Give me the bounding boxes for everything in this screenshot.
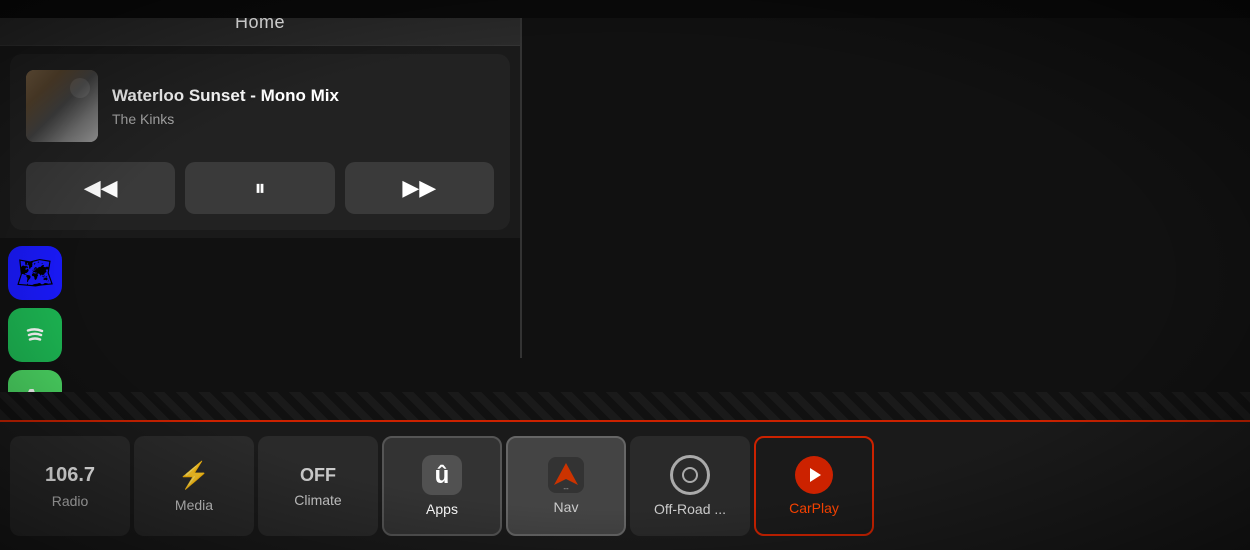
- album-art: [26, 70, 98, 142]
- pause-button[interactable]: ⏸: [185, 162, 334, 214]
- forward-icon: ▶▶: [402, 175, 436, 201]
- carplay-button[interactable]: CarPlay: [754, 436, 874, 536]
- apps-icon-wrapper: û: [422, 455, 462, 495]
- svg-text:--: --: [563, 484, 569, 493]
- spotify-icon: [18, 318, 52, 352]
- song-title: Waterloo Sunset - Mono Mix: [112, 85, 494, 107]
- carplay-play-icon: [802, 463, 826, 487]
- panel-separator: [520, 18, 522, 358]
- radio-label: Radio: [52, 493, 89, 509]
- rewind-button[interactable]: ◀◀: [26, 162, 175, 214]
- bottom-toolbar: 106.7 Radio ⚡ Media OFF Climate û Apps: [0, 420, 1250, 550]
- svg-text:û: û: [435, 462, 450, 489]
- rewind-icon: ◀◀: [84, 175, 118, 201]
- artist-name: The Kinks: [112, 111, 494, 127]
- media-button[interactable]: ⚡ Media: [134, 436, 254, 536]
- apps-button[interactable]: û Apps: [382, 436, 502, 536]
- usb-icon: ⚡: [178, 460, 210, 491]
- apps-label: Apps: [426, 501, 458, 517]
- nav-button[interactable]: -- Nav: [506, 436, 626, 536]
- radio-button[interactable]: 106.7 Radio: [10, 436, 130, 536]
- waze-app-icon[interactable]: 🗺: [8, 246, 62, 300]
- nav-label: Nav: [554, 499, 579, 515]
- pause-icon: ⏸: [254, 175, 265, 201]
- pattern-divider: [0, 392, 1250, 420]
- media-label: Media: [175, 497, 213, 513]
- top-bar: [0, 0, 1250, 18]
- radio-frequency: 106.7: [45, 464, 95, 487]
- tire-icon: [670, 455, 710, 495]
- music-player: Waterloo Sunset - Mono Mix The Kinks ◀◀ …: [10, 54, 510, 230]
- climate-button[interactable]: OFF Climate: [258, 436, 378, 536]
- forward-button[interactable]: ▶▶: [345, 162, 494, 214]
- waze-icon: 🗺: [16, 256, 54, 291]
- left-panel: Home Waterloo Sunset - Mono Mix The Kink…: [0, 0, 520, 238]
- album-art-image: [26, 70, 98, 142]
- nav-icon: --: [548, 457, 584, 493]
- carplay-label: CarPlay: [789, 500, 839, 516]
- offroad-label: Off-Road ...: [654, 501, 726, 517]
- tire-inner: [682, 467, 698, 483]
- carplay-icon: [795, 456, 833, 494]
- main-screen: Home Waterloo Sunset - Mono Mix The Kink…: [0, 0, 1250, 550]
- spotify-app-icon[interactable]: [8, 308, 62, 362]
- apps-icon: û: [428, 461, 456, 489]
- music-info: Waterloo Sunset - Mono Mix The Kinks: [112, 85, 494, 127]
- climate-status: OFF: [300, 465, 336, 486]
- climate-label: Climate: [294, 492, 341, 508]
- music-controls: ◀◀ ⏸ ▶▶: [26, 162, 494, 214]
- music-info-row: Waterloo Sunset - Mono Mix The Kinks: [26, 70, 494, 142]
- offroad-button[interactable]: Off-Road ...: [630, 436, 750, 536]
